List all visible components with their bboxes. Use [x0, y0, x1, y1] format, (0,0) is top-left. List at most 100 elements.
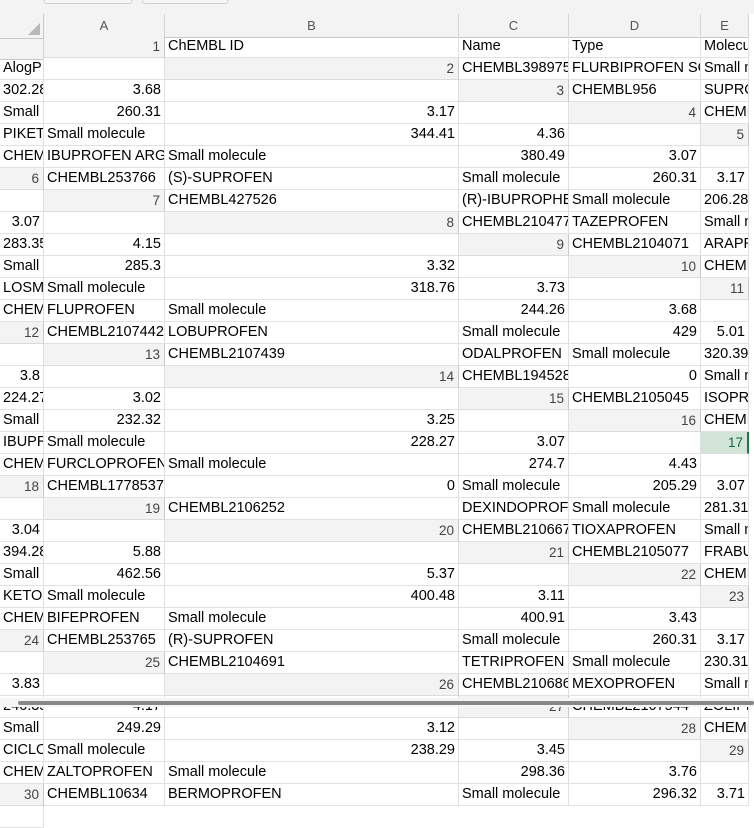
cell-overflow[interactable] [459, 256, 569, 278]
cell-b5[interactable]: IBUPROFEN ARGININE [44, 146, 165, 168]
cell-overflow[interactable] [569, 278, 701, 300]
cell-d4[interactable]: 344.41 [165, 124, 459, 146]
cell-e10[interactable]: 3.73 [459, 278, 569, 300]
cell-c4[interactable]: Small molecule [44, 124, 165, 146]
row-header[interactable]: 10 [569, 256, 701, 278]
cell-a21[interactable]: CHEMBL2105077 [569, 542, 701, 564]
cell-b16[interactable]: IBUPROFEN SODIUM [0, 432, 44, 454]
cell-overflow[interactable] [459, 718, 569, 740]
cell-c16[interactable]: Small molecule [44, 432, 165, 454]
row-header[interactable]: 3 [459, 80, 569, 102]
cell-b13[interactable]: ODALPROFEN [459, 344, 569, 366]
select-all-corner[interactable] [0, 14, 44, 39]
cell-a24[interactable]: CHEMBL253765 [44, 630, 165, 652]
cell-a9[interactable]: CHEMBL2104071 [569, 234, 701, 256]
row-header[interactable]: 14 [165, 366, 459, 388]
scrollbar-thumb[interactable] [18, 701, 754, 705]
cell-overflow[interactable] [701, 762, 749, 784]
row-header[interactable]: 5 [701, 124, 749, 146]
cell-a29[interactable]: CHEMBL1765291 [0, 762, 44, 784]
cell-overflow[interactable] [44, 520, 165, 542]
cell-e3[interactable]: 3.17 [165, 102, 459, 124]
row-header[interactable]: 20 [165, 520, 459, 542]
cell-d10[interactable]: 318.76 [165, 278, 459, 300]
cell-overflow[interactable] [701, 146, 749, 168]
name-box-edge[interactable] [44, 0, 132, 4]
cell-overflow[interactable] [0, 190, 44, 212]
cell-b24[interactable]: (R)-SUPROFEN [165, 630, 459, 652]
cell-a30[interactable]: CHEMBL10634 [44, 784, 165, 806]
cell-c8[interactable]: Small molecule [701, 212, 749, 234]
cell-c27[interactable]: Small molecule [0, 718, 44, 740]
cell-b10[interactable]: LOSMIPROFEN [0, 278, 44, 300]
cell-a17[interactable]: CHEMBL2105121 [0, 454, 44, 476]
column-header-d[interactable]: D [569, 14, 701, 38]
cell-b15[interactable]: ISOPROFEN [701, 388, 749, 410]
cell-d8[interactable]: 283.35 [0, 234, 44, 256]
cell-d24[interactable]: 260.31 [569, 630, 701, 652]
cell-d16[interactable]: 228.27 [165, 432, 459, 454]
cell-b25[interactable]: TETRIPROFEN [459, 652, 569, 674]
cell-a23[interactable]: CHEMBL2106139 [0, 608, 44, 630]
cell-c12[interactable]: Small molecule [459, 322, 569, 344]
cell-a12[interactable]: CHEMBL2107442 [44, 322, 165, 344]
cell-overflow[interactable] [165, 234, 459, 256]
cell-c18[interactable]: Small molecule [459, 476, 569, 498]
cell-c25[interactable]: Small molecule [569, 652, 701, 674]
cell-b9[interactable]: ARAPROFEN [701, 234, 749, 256]
cell-overflow[interactable] [0, 652, 44, 674]
row-header[interactable]: 1 [44, 36, 165, 58]
cell-b28[interactable]: CICLOPROFEN [0, 740, 44, 762]
column-header-e[interactable]: E [701, 14, 749, 38]
cell-c5[interactable]: Small molecule [165, 146, 459, 168]
cell-c24[interactable]: Small molecule [459, 630, 569, 652]
cell-overflow[interactable] [701, 454, 749, 476]
cell-e17[interactable]: 4.43 [569, 454, 701, 476]
row-header[interactable]: 15 [459, 388, 569, 410]
cell-e18[interactable]: 3.07 [701, 476, 749, 498]
cell-e25[interactable]: 3.83 [0, 674, 44, 696]
cell-d28[interactable]: 238.29 [165, 740, 459, 762]
cell-e6[interactable]: 3.17 [701, 168, 749, 190]
cell-b19[interactable]: DEXINDOPROFEN [459, 498, 569, 520]
cell-overflow[interactable] [459, 102, 569, 124]
cell-c3[interactable]: Small molecule [0, 102, 44, 124]
cell-b14[interactable]: 0 [569, 366, 701, 388]
cell-a7[interactable]: CHEMBL427526 [165, 190, 459, 212]
cell-e19[interactable]: 3.04 [0, 520, 44, 542]
cell-e4[interactable]: 4.36 [459, 124, 569, 146]
row-header[interactable]: 12 [0, 322, 44, 344]
cell-a3[interactable]: CHEMBL956 [569, 80, 701, 102]
row-header[interactable]: 11 [701, 278, 749, 300]
cell-a26[interactable]: CHEMBL2106868 [459, 674, 569, 696]
cell-overflow[interactable] [165, 388, 459, 410]
cell-overflow[interactable] [569, 124, 701, 146]
cell-d5[interactable]: 380.49 [459, 146, 569, 168]
cell-d1[interactable]: Molecular Weight [701, 36, 749, 58]
column-header-b[interactable]: B [165, 14, 459, 38]
cell-c6[interactable]: Small molecule [459, 168, 569, 190]
cell-c19[interactable]: Small molecule [569, 498, 701, 520]
cell-c29[interactable]: Small molecule [165, 762, 459, 784]
cell-overflow[interactable] [569, 586, 701, 608]
cell-d2[interactable]: 302.28 [0, 80, 44, 102]
cell-e15[interactable]: 3.25 [165, 410, 459, 432]
cell-overflow[interactable] [701, 300, 749, 322]
cell-overflow[interactable] [569, 740, 701, 762]
row-header[interactable]: 24 [0, 630, 44, 652]
cell-a20[interactable]: CHEMBL2106679 [459, 520, 569, 542]
cell-d13[interactable]: 320.39 [701, 344, 749, 366]
cell-a19[interactable]: CHEMBL2106252 [165, 498, 459, 520]
cell-e22[interactable]: 3.11 [459, 586, 569, 608]
cell-d20[interactable]: 394.28 [0, 542, 44, 564]
cell-a2[interactable]: CHEMBL3989754 [459, 58, 569, 80]
cell-overflow[interactable] [569, 432, 701, 454]
cell-b21[interactable]: FRABUPROFEN [701, 542, 749, 564]
cell-overflow[interactable] [44, 674, 165, 696]
cell-a10[interactable]: CHEMBL2107432 [701, 256, 749, 278]
row-header[interactable]: 18 [0, 476, 44, 498]
cell-d14[interactable]: 224.27 [0, 388, 44, 410]
row-header[interactable]: 4 [569, 102, 701, 124]
cell-c23[interactable]: Small molecule [165, 608, 459, 630]
row-header[interactable]: 23 [701, 586, 749, 608]
